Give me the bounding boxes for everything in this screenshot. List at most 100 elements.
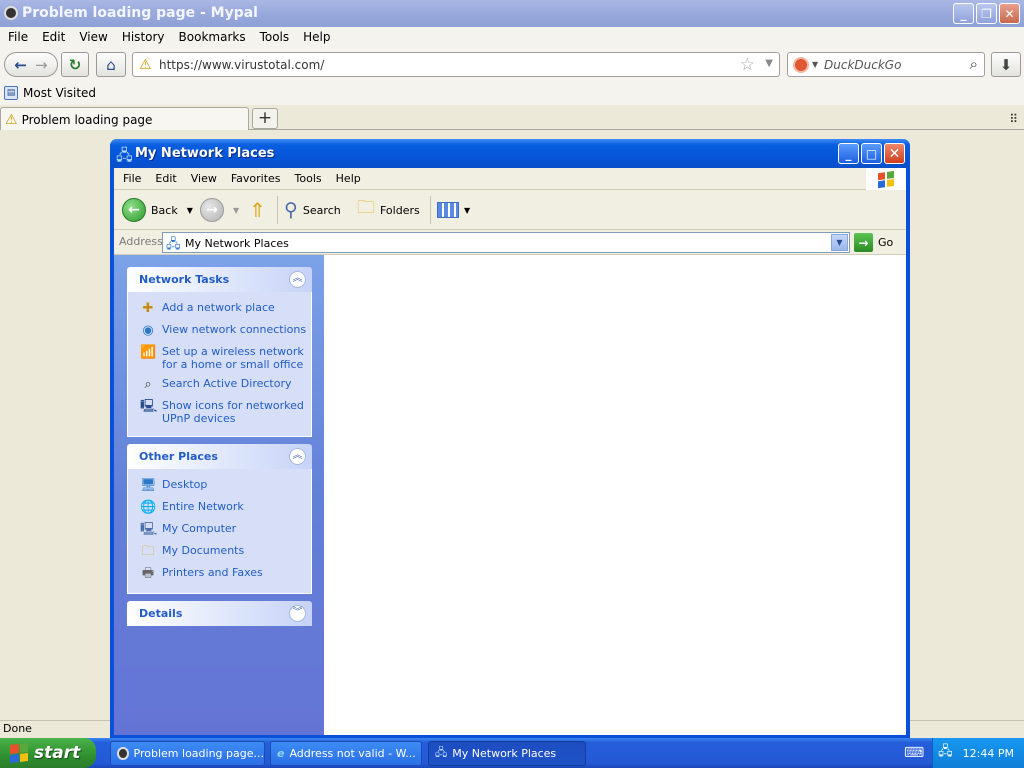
task-view-network-connections[interactable]: ◉ View network connections [140,320,311,342]
explorer-minimize-button[interactable]: _ [838,143,859,164]
home-button[interactable]: ⌂ [96,52,126,77]
explorer-window-title: My Network Places [135,146,275,161]
search-button[interactable]: ⚲ Search [284,197,341,223]
forward-dropdown-icon[interactable]: ▼ [233,206,239,215]
place-label: Entire Network [162,500,244,513]
explorer-menu-view[interactable]: View [191,172,217,185]
back-dropdown-icon[interactable]: ▼ [187,206,193,215]
tab-list-menu-icon[interactable]: ⠿ [1009,112,1018,126]
collapse-chevron-icon[interactable]: ︽ [289,448,306,465]
network-places-taskbar-icon: 🖧 [435,746,448,759]
place-entire-network[interactable]: 🌐 Entire Network [140,497,311,519]
search-box[interactable]: ▼ DuckDuckGo ⌕ [787,52,985,77]
task-label: View network connections [162,323,307,336]
url-text[interactable]: https://www.virustotal.com/ [159,58,324,72]
browser-minimize-button[interactable]: _ [953,3,974,24]
address-label: Address [119,235,163,248]
back-button[interactable]: ← Back ▼ [122,197,193,223]
other-places-header[interactable]: Other Places ︽ [127,444,312,469]
toolbar-separator [277,196,278,224]
search-directory-icon: ⌕ [144,377,152,392]
folders-button[interactable]: 🗀 Folders [357,197,420,223]
explorer-maximize-button[interactable]: □ [861,143,882,164]
windows-flag-icon [10,743,28,763]
back-arrow-icon[interactable]: ← [14,56,27,74]
duckduckgo-icon[interactable] [793,57,809,73]
downloads-button[interactable]: ⬇ [991,52,1021,77]
details-header[interactable]: Details ︾ [127,601,312,626]
browser-restore-button[interactable]: ❐ [976,3,997,24]
explorer-address-bar: Address 🖧 My Network Places ▼ → Go [114,230,906,255]
explorer-menu-tools[interactable]: Tools [295,172,322,185]
taskbar-button-network-places[interactable]: 🖧 My Network Places [428,741,586,766]
browser-menu-view[interactable]: View [79,30,115,44]
reload-icon: ↻ [68,55,82,74]
browser-close-button[interactable]: ✕ [999,3,1020,24]
most-visited-folder-icon: ▤ [4,86,18,100]
network-tray-icon[interactable]: 🖧 [938,742,953,764]
taskbar-label: Address not valid - W... [289,747,416,760]
network-places-small-icon: 🖧 [166,237,181,252]
explorer-menu-favorites[interactable]: Favorites [231,172,281,185]
go-arrow-icon: → [854,233,873,252]
place-my-documents[interactable]: 🗀 My Documents [140,541,311,563]
file-list-area[interactable] [324,255,906,735]
browser-menu-help[interactable]: Help [303,30,338,44]
taskbar-button-mypal[interactable]: Problem loading page... [110,741,265,766]
address-value[interactable]: My Network Places [185,237,289,250]
network-tasks-header[interactable]: Network Tasks ︽ [127,267,312,292]
task-label: Set up a wireless network for a home or … [162,345,304,371]
warning-triangle-icon: ⚠ [139,57,152,73]
collapse-chevron-icon[interactable]: ︽ [289,271,306,288]
reload-button[interactable]: ↻ [61,52,89,77]
address-field[interactable]: 🖧 My Network Places ▼ [162,232,850,253]
browser-menu-edit[interactable]: Edit [42,30,73,44]
forward-arrow-icon[interactable]: → [35,56,48,74]
explorer-menu-file[interactable]: File [123,172,141,185]
go-button[interactable]: → Go [854,232,893,253]
new-tab-button[interactable]: + [252,108,278,129]
task-show-upnp-icons[interactable]: 🖳 Show icons for networked UPnP devices [140,396,311,428]
views-button[interactable]: ▼ [437,197,470,223]
mypal-app-icon [4,6,18,20]
browser-menu-tools[interactable]: Tools [260,30,298,44]
task-search-active-directory[interactable]: ⌕ Search Active Directory [140,374,311,396]
browser-menu-file[interactable]: File [8,30,36,44]
keyboard-tray-icon[interactable]: ⌨ [904,745,924,761]
place-label: My Documents [162,544,245,557]
explorer-menu-help[interactable]: Help [336,172,361,185]
search-engine-dropdown-icon[interactable]: ▼ [812,60,818,69]
my-computer-icon: 🖳 [140,522,158,537]
most-visited-bookmark[interactable]: ▤ Most Visited [4,86,96,100]
task-setup-wireless[interactable]: 📶 Set up a wireless network for a home o… [140,342,311,374]
bookmark-star-icon[interactable]: ☆ [740,55,755,75]
browser-title-bar[interactable]: Problem loading page - Mypal _ ❐ ✕ [0,0,1024,27]
explorer-close-button[interactable]: ✕ [884,143,905,164]
url-bar[interactable]: ⚠ https://www.virustotal.com/ ☆ ▼ [132,52,780,77]
explorer-menu-edit[interactable]: Edit [155,172,176,185]
browser-menu-history[interactable]: History [122,30,173,44]
taskbar-button-ie[interactable]: e Address not valid - W... [270,741,422,766]
browser-menu-bookmarks[interactable]: Bookmarks [179,30,254,44]
search-icon[interactable]: ⌕ [970,55,978,73]
clock[interactable]: 12:44 PM [963,747,1014,760]
toolbar-separator [430,196,431,224]
address-dropdown-icon[interactable]: ▼ [831,234,848,251]
place-my-computer[interactable]: 🖳 My Computer [140,519,311,541]
expand-chevron-icon[interactable]: ︾ [289,605,306,622]
place-printers-and-faxes[interactable]: 🖶 Printers and Faxes [140,563,311,585]
url-history-dropdown-icon[interactable]: ▼ [765,58,773,69]
taskbar-label: My Network Places [452,747,557,760]
place-desktop[interactable]: 🖥 Desktop [140,475,311,497]
explorer-title-bar[interactable]: 🖧 My Network Places _ □ ✕ [110,139,910,168]
tab-problem-loading-page[interactable]: ⚠ Problem loading page [0,107,249,131]
start-button[interactable]: start [0,738,96,768]
most-visited-label: Most Visited [23,86,97,100]
task-pane: Network Tasks ︽ ✚ Add a network place ◉ … [114,255,324,735]
other-places-panel: Other Places ︽ 🖥 Desktop 🌐 Entire Networ… [127,444,312,594]
task-add-network-place[interactable]: ✚ Add a network place [140,298,311,320]
mypal-taskbar-icon [117,747,129,760]
up-folder-button[interactable]: ⇑ [249,197,266,223]
taskbar-label: Problem loading page... [133,747,264,760]
forward-button[interactable]: → ▼ [200,197,239,223]
